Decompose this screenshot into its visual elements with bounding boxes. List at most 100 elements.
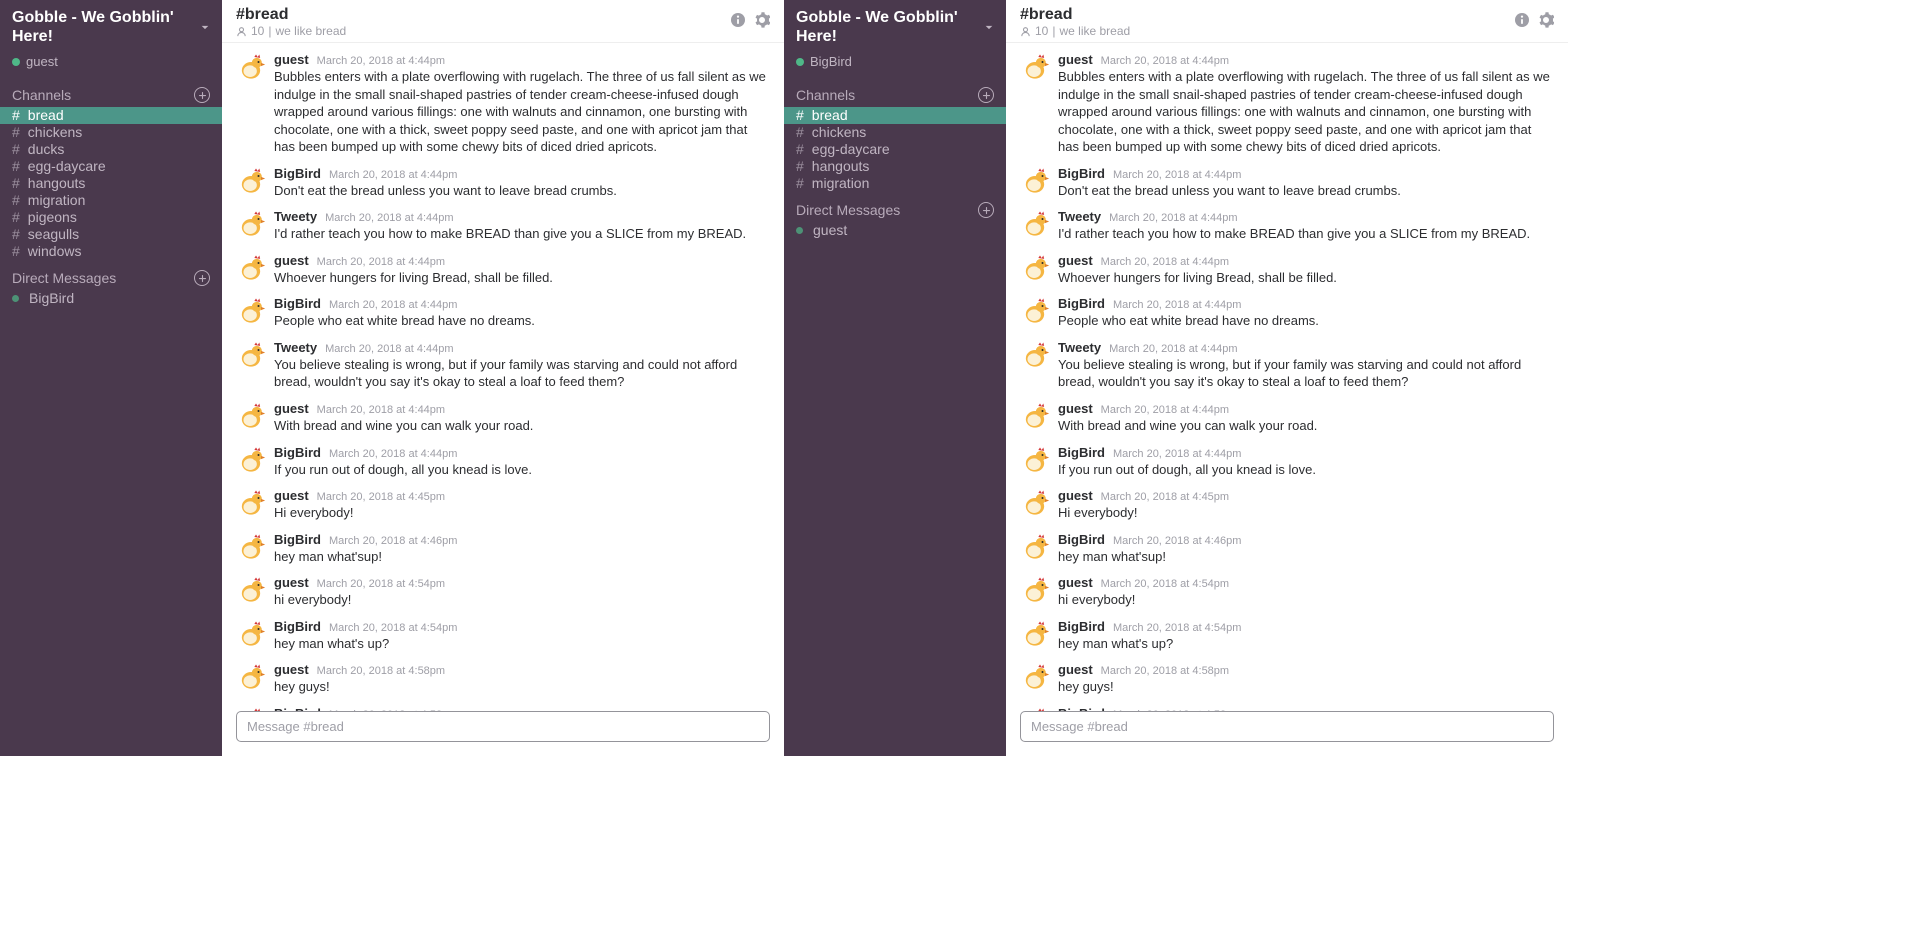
add-channel-button[interactable]: [194, 87, 210, 103]
message-author[interactable]: BigBird: [1058, 445, 1105, 460]
sidebar-channel-windows[interactable]: #windows: [0, 243, 222, 260]
avatar[interactable]: [236, 340, 266, 370]
add-dm-button[interactable]: [978, 202, 994, 218]
message-author[interactable]: guest: [1058, 488, 1093, 503]
message-text: People who eat white bread have no dream…: [274, 312, 770, 330]
chevron-down-icon[interactable]: [984, 22, 994, 33]
avatar[interactable]: [236, 166, 266, 196]
message-author[interactable]: BigBird: [274, 532, 321, 547]
message-author[interactable]: guest: [1058, 662, 1093, 677]
team-name[interactable]: Gobble - We Gobblin' Here!: [796, 8, 984, 46]
message-author[interactable]: BigBird: [274, 445, 321, 460]
avatar[interactable]: [1020, 253, 1050, 283]
avatar[interactable]: [1020, 209, 1050, 239]
avatar[interactable]: [236, 401, 266, 431]
avatar[interactable]: [1020, 662, 1050, 692]
sidebar-channel-egg-daycare[interactable]: #egg-daycare: [0, 158, 222, 175]
member-count[interactable]: 10: [1035, 24, 1048, 38]
message-author[interactable]: guest: [274, 401, 309, 416]
message-author[interactable]: guest: [274, 488, 309, 503]
message-author[interactable]: BigBird: [1058, 532, 1105, 547]
current-user[interactable]: BigBird: [784, 54, 1006, 77]
avatar[interactable]: [236, 662, 266, 692]
avatar[interactable]: [1020, 340, 1050, 370]
sidebar-channel-bread[interactable]: #bread: [0, 107, 222, 124]
avatar[interactable]: [1020, 575, 1050, 605]
sidebar-channel-hangouts[interactable]: #hangouts: [0, 175, 222, 192]
channel-title[interactable]: #bread: [1020, 6, 1130, 24]
avatar[interactable]: [236, 488, 266, 518]
message-author[interactable]: guest: [274, 52, 309, 67]
channel-topic[interactable]: we like bread: [275, 24, 346, 38]
avatar[interactable]: [1020, 52, 1050, 82]
avatar[interactable]: [1020, 532, 1050, 562]
info-icon[interactable]: [730, 12, 746, 28]
message-author[interactable]: BigBird: [1058, 166, 1105, 181]
channels-heading: Channels: [12, 87, 71, 103]
message-author[interactable]: Tweety: [274, 340, 317, 355]
hash-icon: #: [12, 242, 20, 262]
avatar[interactable]: [1020, 296, 1050, 326]
sidebar-channel-bread[interactable]: #bread: [784, 107, 1006, 124]
sidebar-dm-guest[interactable]: guest: [784, 222, 1006, 239]
gear-icon[interactable]: [754, 12, 770, 28]
avatar[interactable]: [236, 619, 266, 649]
message-text: hey guys!: [274, 678, 770, 696]
chevron-down-icon[interactable]: [200, 22, 210, 33]
channel-topic[interactable]: we like bread: [1059, 24, 1130, 38]
message-author[interactable]: guest: [1058, 401, 1093, 416]
message-author[interactable]: BigBird: [274, 619, 321, 634]
member-count[interactable]: 10: [251, 24, 264, 38]
sidebar-channel-hangouts[interactable]: #hangouts: [784, 158, 1006, 175]
message: guest March 20, 2018 at 4:45pm Hi everyb…: [236, 483, 770, 527]
message-author[interactable]: Tweety: [1058, 209, 1101, 224]
message-author[interactable]: guest: [1058, 575, 1093, 590]
avatar[interactable]: [1020, 445, 1050, 475]
message-author[interactable]: Tweety: [274, 209, 317, 224]
message: BigBird March 20, 2018 at 4:54pm hey man…: [236, 614, 770, 658]
message-author[interactable]: guest: [274, 575, 309, 590]
avatar[interactable]: [236, 209, 266, 239]
team-name[interactable]: Gobble - We Gobblin' Here!: [12, 8, 200, 46]
sidebar-channel-chickens[interactable]: #chickens: [784, 124, 1006, 141]
message-author[interactable]: Tweety: [1058, 340, 1101, 355]
sidebar-channel-pigeons[interactable]: #pigeons: [0, 209, 222, 226]
avatar[interactable]: [1020, 488, 1050, 518]
message-author[interactable]: guest: [1058, 52, 1093, 67]
channel-title[interactable]: #bread: [236, 6, 346, 24]
message-author[interactable]: BigBird: [1058, 619, 1105, 634]
sidebar-channel-ducks[interactable]: #ducks: [0, 141, 222, 158]
avatar[interactable]: [236, 575, 266, 605]
avatar[interactable]: [236, 532, 266, 562]
sidebar-dm-BigBird[interactable]: BigBird: [0, 290, 222, 307]
message-input[interactable]: [1020, 711, 1554, 742]
message-text: If you run out of dough, all you knead i…: [274, 461, 770, 479]
gear-icon[interactable]: [1538, 12, 1554, 28]
message-author[interactable]: guest: [1058, 253, 1093, 268]
message-list[interactable]: guest March 20, 2018 at 4:44pm Bubbles e…: [1006, 43, 1568, 711]
sidebar-channel-egg-daycare[interactable]: #egg-daycare: [784, 141, 1006, 158]
avatar[interactable]: [236, 445, 266, 475]
message-list[interactable]: guest March 20, 2018 at 4:44pm Bubbles e…: [222, 43, 784, 711]
message-author[interactable]: guest: [274, 662, 309, 677]
info-icon[interactable]: [1514, 12, 1530, 28]
avatar[interactable]: [236, 52, 266, 82]
message-author[interactable]: guest: [274, 253, 309, 268]
sidebar-channel-seagulls[interactable]: #seagulls: [0, 226, 222, 243]
sidebar-channel-migration[interactable]: #migration: [784, 175, 1006, 192]
message-author[interactable]: BigBird: [1058, 296, 1105, 311]
avatar[interactable]: [236, 296, 266, 326]
avatar[interactable]: [1020, 401, 1050, 431]
avatar[interactable]: [236, 253, 266, 283]
add-channel-button[interactable]: [978, 87, 994, 103]
sidebar-channel-migration[interactable]: #migration: [0, 192, 222, 209]
add-dm-button[interactable]: [194, 270, 210, 286]
avatar[interactable]: [1020, 619, 1050, 649]
sidebar: Gobble - We Gobblin' Here! BigBirdChanne…: [784, 0, 1006, 756]
message-input[interactable]: [236, 711, 770, 742]
current-user[interactable]: guest: [0, 54, 222, 77]
message-author[interactable]: BigBird: [274, 296, 321, 311]
avatar[interactable]: [1020, 166, 1050, 196]
message-author[interactable]: BigBird: [274, 166, 321, 181]
sidebar-channel-chickens[interactable]: #chickens: [0, 124, 222, 141]
